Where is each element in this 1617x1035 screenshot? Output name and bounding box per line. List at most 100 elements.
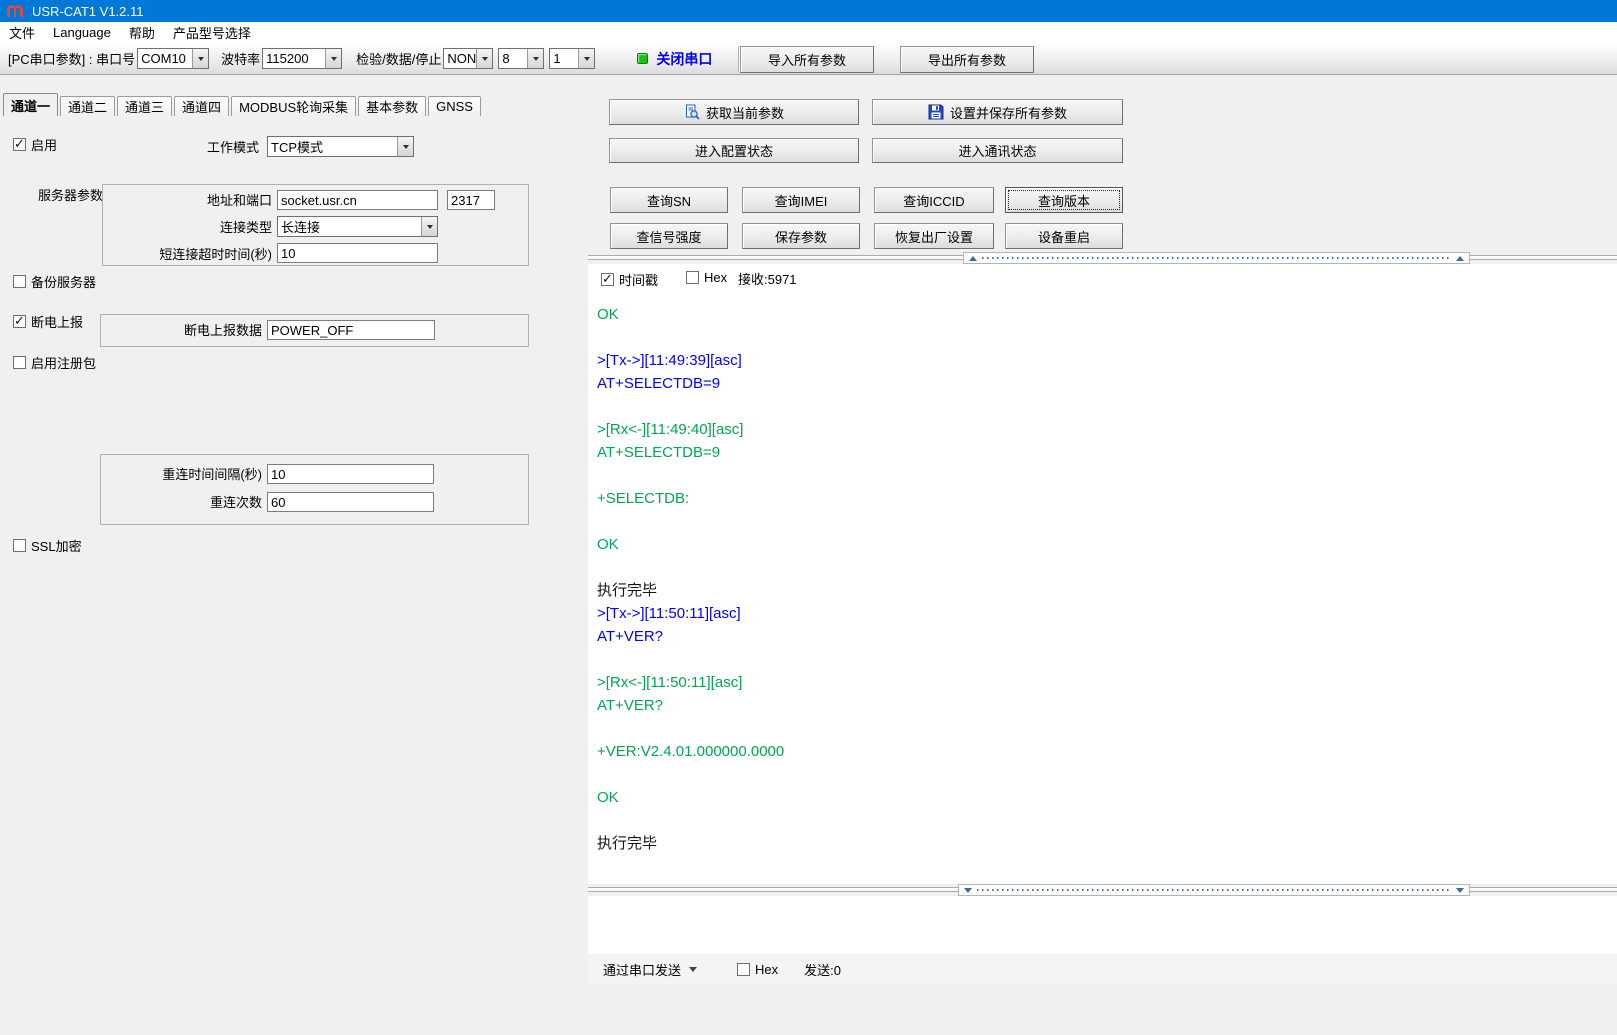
port-open-led-icon — [637, 53, 648, 64]
log-line: 执行完毕 — [597, 832, 1617, 855]
window-title: USR-CAT1 V1.2.11 — [32, 4, 144, 19]
chevron-down-icon — [397, 137, 413, 156]
send-via-serial-button[interactable]: 通过串口发送 — [603, 960, 697, 979]
query-sn-button[interactable]: 查询SN — [610, 187, 728, 213]
chevron-down-icon — [192, 49, 208, 68]
log-line: >[Tx->][11:49:39][asc] — [597, 349, 1617, 372]
tab-gnss[interactable]: GNSS — [428, 96, 481, 116]
grip-dots-icon — [977, 889, 1451, 891]
menu-product-model[interactable]: 产品型号选择 — [164, 22, 260, 43]
chevron-down-icon — [527, 49, 543, 68]
close-port-button[interactable]: 关闭串口 — [656, 49, 712, 69]
query-version-button[interactable]: 查询版本 — [1005, 187, 1123, 213]
collapse-down-icon[interactable] — [964, 888, 972, 893]
power-off-report-checkbox[interactable] — [13, 315, 26, 328]
chevron-down-icon — [578, 49, 594, 68]
work-mode-select[interactable]: TCP模式 — [267, 136, 414, 157]
send-hex-label: Hex — [755, 962, 778, 977]
server-params-label: 服务器参数 — [38, 186, 103, 206]
collapse-up-icon[interactable] — [969, 256, 977, 261]
log-line — [597, 556, 1617, 579]
power-off-data-label: 断电上报数据 — [120, 321, 262, 341]
reconnect-times-input[interactable] — [267, 492, 434, 512]
short-conn-timeout-input[interactable] — [277, 243, 438, 263]
tab-channel-4[interactable]: 通道四 — [174, 96, 229, 116]
menubar: 文件 Language 帮助 产品型号选择 — [0, 22, 1617, 43]
baud-rate-select[interactable]: 115200 — [262, 48, 342, 69]
timestamp-label: 时间戳 — [619, 270, 658, 289]
menu-file[interactable]: 文件 — [0, 22, 44, 43]
log-output[interactable]: OK >[Tx->][11:49:39][asc]AT+SELECTDB=9 >… — [588, 292, 1617, 882]
receive-count: 接收:5971 — [738, 270, 797, 290]
enter-comm-state-button[interactable]: 进入通讯状态 — [872, 138, 1123, 163]
log-line — [597, 326, 1617, 349]
backup-server-label: 备份服务器 — [31, 272, 96, 291]
enter-config-state-button[interactable]: 进入配置状态 — [609, 138, 859, 163]
log-line — [597, 809, 1617, 832]
serial-port-label: [PC串口参数] : 串口号 — [8, 49, 135, 68]
power-off-data-input[interactable] — [267, 320, 435, 340]
factory-reset-button[interactable]: 恢复出厂设置 — [874, 223, 994, 249]
tab-modbus-polling[interactable]: MODBUS轮询采集 — [231, 96, 356, 116]
query-iccid-button[interactable]: 查询ICCID — [874, 187, 994, 213]
com-port-select[interactable]: COM10 — [137, 48, 209, 69]
splitter-grip[interactable] — [958, 884, 1470, 896]
timestamp-checkbox-row: 时间戳 — [601, 270, 658, 289]
tab-basic-params[interactable]: 基本参数 — [358, 96, 426, 116]
log-bottom-splitter[interactable] — [588, 884, 1617, 896]
grip-dots-icon — [982, 257, 1451, 259]
log-line — [597, 648, 1617, 671]
receive-hex-label: Hex — [704, 270, 727, 285]
log-line — [597, 464, 1617, 487]
tab-channel-3[interactable]: 通道三 — [117, 96, 172, 116]
log-line: OK — [597, 786, 1617, 809]
dropdown-caret-icon — [689, 967, 697, 976]
send-input[interactable] — [588, 896, 1617, 954]
log-top-splitter[interactable] — [588, 252, 1617, 264]
ssl-checkbox-row: SSL加密 — [13, 536, 82, 555]
backup-server-checkbox[interactable] — [13, 275, 26, 288]
reconnect-interval-input[interactable] — [267, 464, 434, 484]
export-all-params-button[interactable]: 导出所有参数 — [900, 46, 1034, 73]
menu-help[interactable]: 帮助 — [120, 22, 164, 43]
server-port-input[interactable] — [447, 190, 495, 210]
log-line: OK — [597, 303, 1617, 326]
baud-rate-label: 波特率 — [221, 49, 260, 68]
enable-checkbox-row: 启用 — [13, 135, 57, 154]
query-imei-button[interactable]: 查询IMEI — [742, 187, 860, 213]
save-params-button[interactable]: 保存参数 — [742, 223, 860, 249]
menu-language[interactable]: Language — [44, 22, 120, 43]
connection-type-select[interactable]: 长连接 — [277, 216, 438, 237]
reg-pack-checkbox[interactable] — [13, 356, 26, 369]
log-line — [597, 395, 1617, 418]
tab-channel-1[interactable]: 通道一 — [3, 93, 58, 116]
enable-checkbox[interactable] — [13, 138, 26, 151]
import-all-params-button[interactable]: 导入所有参数 — [740, 46, 874, 73]
receive-hex-checkbox-row: Hex — [686, 270, 727, 285]
splitter-grip[interactable] — [963, 252, 1470, 264]
send-hex-checkbox-row: Hex — [737, 962, 778, 977]
send-hex-checkbox[interactable] — [737, 963, 750, 976]
server-address-input[interactable] — [277, 190, 438, 210]
log-line — [597, 763, 1617, 786]
save-icon — [928, 104, 944, 120]
collapse-down-icon[interactable] — [1456, 888, 1464, 893]
set-save-all-params-button[interactable]: 设置并保存所有参数 — [872, 99, 1123, 125]
ssl-checkbox[interactable] — [13, 539, 26, 552]
collapse-up-icon[interactable] — [1456, 256, 1464, 261]
tab-channel-2[interactable]: 通道二 — [60, 96, 115, 116]
data-bits-select[interactable]: 8 — [498, 48, 544, 69]
send-bar: 通过串口发送 Hex 发送:0 — [588, 954, 1617, 985]
stop-bits-select[interactable]: 1 — [549, 48, 595, 69]
log-line — [597, 510, 1617, 533]
query-signal-button[interactable]: 查信号强度 — [610, 223, 728, 249]
timestamp-checkbox[interactable] — [601, 273, 614, 286]
receive-hex-checkbox[interactable] — [686, 271, 699, 284]
device-reboot-button[interactable]: 设备重启 — [1005, 223, 1123, 249]
channel-tabs: 通道一 通道二 通道三 通道四 MODBUS轮询采集 基本参数 GNSS — [3, 93, 481, 116]
chevron-down-icon — [421, 217, 437, 236]
reg-pack-checkbox-row: 启用注册包 — [13, 353, 96, 372]
parity-select[interactable]: NONI — [443, 48, 493, 69]
log-line: >[Tx->][11:50:11][asc] — [597, 602, 1617, 625]
get-current-params-button[interactable]: 获取当前参数 — [609, 99, 859, 125]
